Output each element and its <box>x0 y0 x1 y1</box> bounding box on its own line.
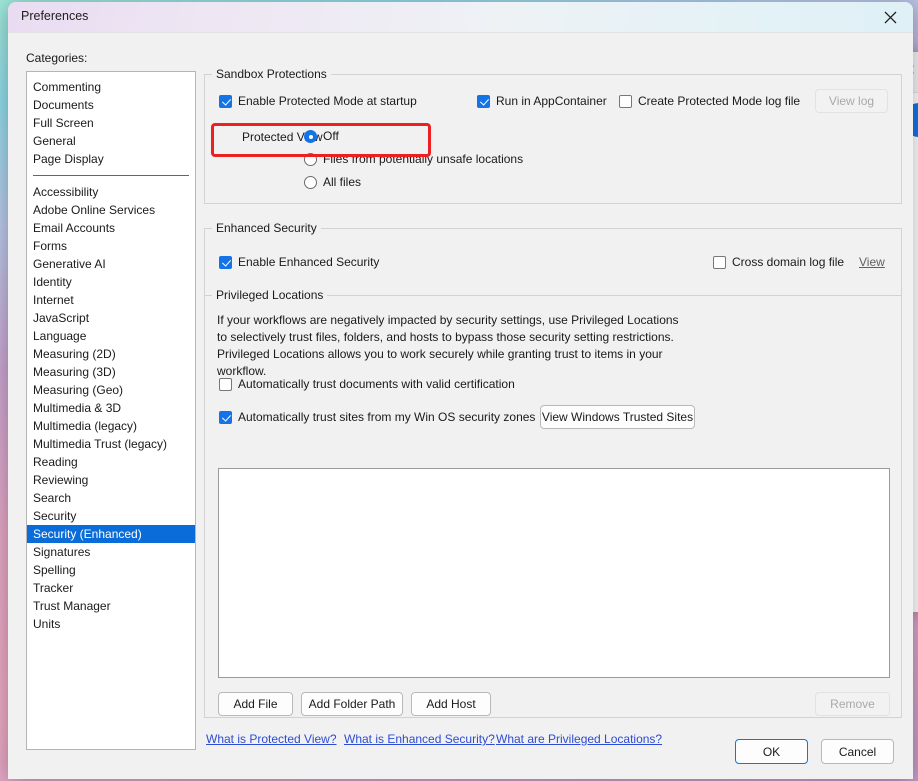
dialog-title: Preferences <box>21 9 89 23</box>
enable-enhanced-security-checkbox[interactable] <box>219 256 232 269</box>
sidebar-item-full-screen[interactable]: Full Screen <box>27 114 195 132</box>
cross-domain-view-link[interactable]: View <box>859 255 885 269</box>
enhanced-security-title: Enhanced Security <box>212 221 321 235</box>
auto-trust-documents-label: Automatically trust documents with valid… <box>238 377 515 391</box>
link-what-is-protected-view[interactable]: What is Protected View? <box>206 732 337 746</box>
sidebar-divider <box>33 175 189 176</box>
create-protected-mode-log-file-checkbox[interactable] <box>619 95 632 108</box>
sidebar-item-multimedia-legacy[interactable]: Multimedia (legacy) <box>27 417 195 435</box>
sandbox-protections-title: Sandbox Protections <box>212 67 331 81</box>
sandbox-protections-group: Sandbox Protections Enable Protected Mod… <box>204 67 902 204</box>
auto-trust-sites-label: Automatically trust sites from my Win OS… <box>238 410 536 424</box>
auto-trust-documents-checkbox[interactable] <box>219 378 232 391</box>
enable-enhanced-security-label: Enable Enhanced Security <box>238 255 380 269</box>
sidebar-item-search[interactable]: Search <box>27 489 195 507</box>
sidebar-item-reading[interactable]: Reading <box>27 453 195 471</box>
run-in-appcontainer-label: Run in AppContainer <box>496 94 607 108</box>
sidebar-item-units[interactable]: Units <box>27 615 195 633</box>
sidebar-item-trust-manager[interactable]: Trust Manager <box>27 597 195 615</box>
sidebar-item-multimedia-trust-legacy[interactable]: Multimedia Trust (legacy) <box>27 435 195 453</box>
sidebar-item-page-display[interactable]: Page Display <box>27 150 195 168</box>
sidebar-item-reviewing[interactable]: Reviewing <box>27 471 195 489</box>
view-windows-trusted-sites-button[interactable]: View Windows Trusted Sites <box>540 405 695 429</box>
view-log-button[interactable]: View log <box>815 89 888 113</box>
categories-label: Categories: <box>26 51 88 65</box>
ok-button[interactable]: OK <box>735 739 808 764</box>
sidebar-item-tracker[interactable]: Tracker <box>27 579 195 597</box>
run-in-appcontainer-checkbox[interactable] <box>477 95 490 108</box>
sidebar-item-javascript[interactable]: JavaScript <box>27 309 195 327</box>
settings-pane: Sandbox Protections Enable Protected Mod… <box>204 47 902 747</box>
sidebar-item-adobe-online-services[interactable]: Adobe Online Services <box>27 201 195 219</box>
link-what-is-enhanced-security[interactable]: What is Enhanced Security? <box>344 732 495 746</box>
protected-view-option-all-files-radio[interactable] <box>304 176 317 189</box>
sidebar-item-email-accounts[interactable]: Email Accounts <box>27 219 195 237</box>
privileged-locations-listbox[interactable] <box>218 468 890 678</box>
protected-view-option-off-label: Off <box>323 129 339 143</box>
cross-domain-log-file-label: Cross domain log file <box>732 255 845 269</box>
preferences-dialog: Preferences Categories: Commenting Docum… <box>8 2 913 779</box>
sidebar-item-general[interactable]: General <box>27 132 195 150</box>
sidebar-item-forms[interactable]: Forms <box>27 237 195 255</box>
remove-button[interactable]: Remove <box>815 692 890 716</box>
cross-domain-log-file-checkbox[interactable] <box>713 256 726 269</box>
sidebar-item-measuring-2d[interactable]: Measuring (2D) <box>27 345 195 363</box>
protected-view-option-unsafe-label: Files from potentially unsafe locations <box>323 152 524 166</box>
sidebar-item-internet[interactable]: Internet <box>27 291 195 309</box>
sidebar-item-measuring-geo[interactable]: Measuring (Geo) <box>27 381 195 399</box>
enhanced-security-group: Enhanced Security Enable Enhanced Securi… <box>204 221 902 296</box>
sidebar-item-documents[interactable]: Documents <box>27 96 195 114</box>
categories-list[interactable]: Commenting Documents Full Screen General… <box>26 71 196 750</box>
protected-view-option-off-radio[interactable] <box>304 130 317 143</box>
sidebar-item-accessibility[interactable]: Accessibility <box>27 183 195 201</box>
cancel-button[interactable]: Cancel <box>821 739 894 764</box>
close-icon[interactable] <box>867 2 913 32</box>
sidebar-item-generative-ai[interactable]: Generative AI <box>27 255 195 273</box>
sidebar-item-security-enhanced[interactable]: Security (Enhanced) <box>27 525 195 543</box>
add-folder-path-button[interactable]: Add Folder Path <box>301 692 403 716</box>
create-protected-mode-log-file-label: Create Protected Mode log file <box>638 94 801 108</box>
protected-view-option-unsafe-radio[interactable] <box>304 153 317 166</box>
sidebar-item-identity[interactable]: Identity <box>27 273 195 291</box>
sidebar-item-commenting[interactable]: Commenting <box>27 78 195 96</box>
sidebar-item-signatures[interactable]: Signatures <box>27 543 195 561</box>
sidebar-item-spelling[interactable]: Spelling <box>27 561 195 579</box>
enable-protected-mode-label: Enable Protected Mode at startup <box>238 94 417 108</box>
sidebar-item-measuring-3d[interactable]: Measuring (3D) <box>27 363 195 381</box>
enable-protected-mode-checkbox[interactable] <box>219 95 232 108</box>
privileged-locations-description: If your workflows are negatively impacte… <box>217 313 679 378</box>
link-what-are-privileged-locations[interactable]: What are Privileged Locations? <box>496 732 662 746</box>
protected-view-option-all-files-label: All files <box>323 175 362 189</box>
add-host-button[interactable]: Add Host <box>411 692 491 716</box>
auto-trust-sites-checkbox[interactable] <box>219 411 232 424</box>
privileged-locations-group: Privileged Locations If your workflows a… <box>204 288 902 718</box>
dialog-titlebar: Preferences <box>8 2 913 33</box>
sidebar-item-multimedia-3d[interactable]: Multimedia & 3D <box>27 399 195 417</box>
dialog-body: Categories: Commenting Documents Full Sc… <box>8 33 913 779</box>
sidebar-item-security[interactable]: Security <box>27 507 195 525</box>
sidebar-item-language[interactable]: Language <box>27 327 195 345</box>
privileged-locations-title: Privileged Locations <box>212 288 328 302</box>
add-file-button[interactable]: Add File <box>218 692 293 716</box>
